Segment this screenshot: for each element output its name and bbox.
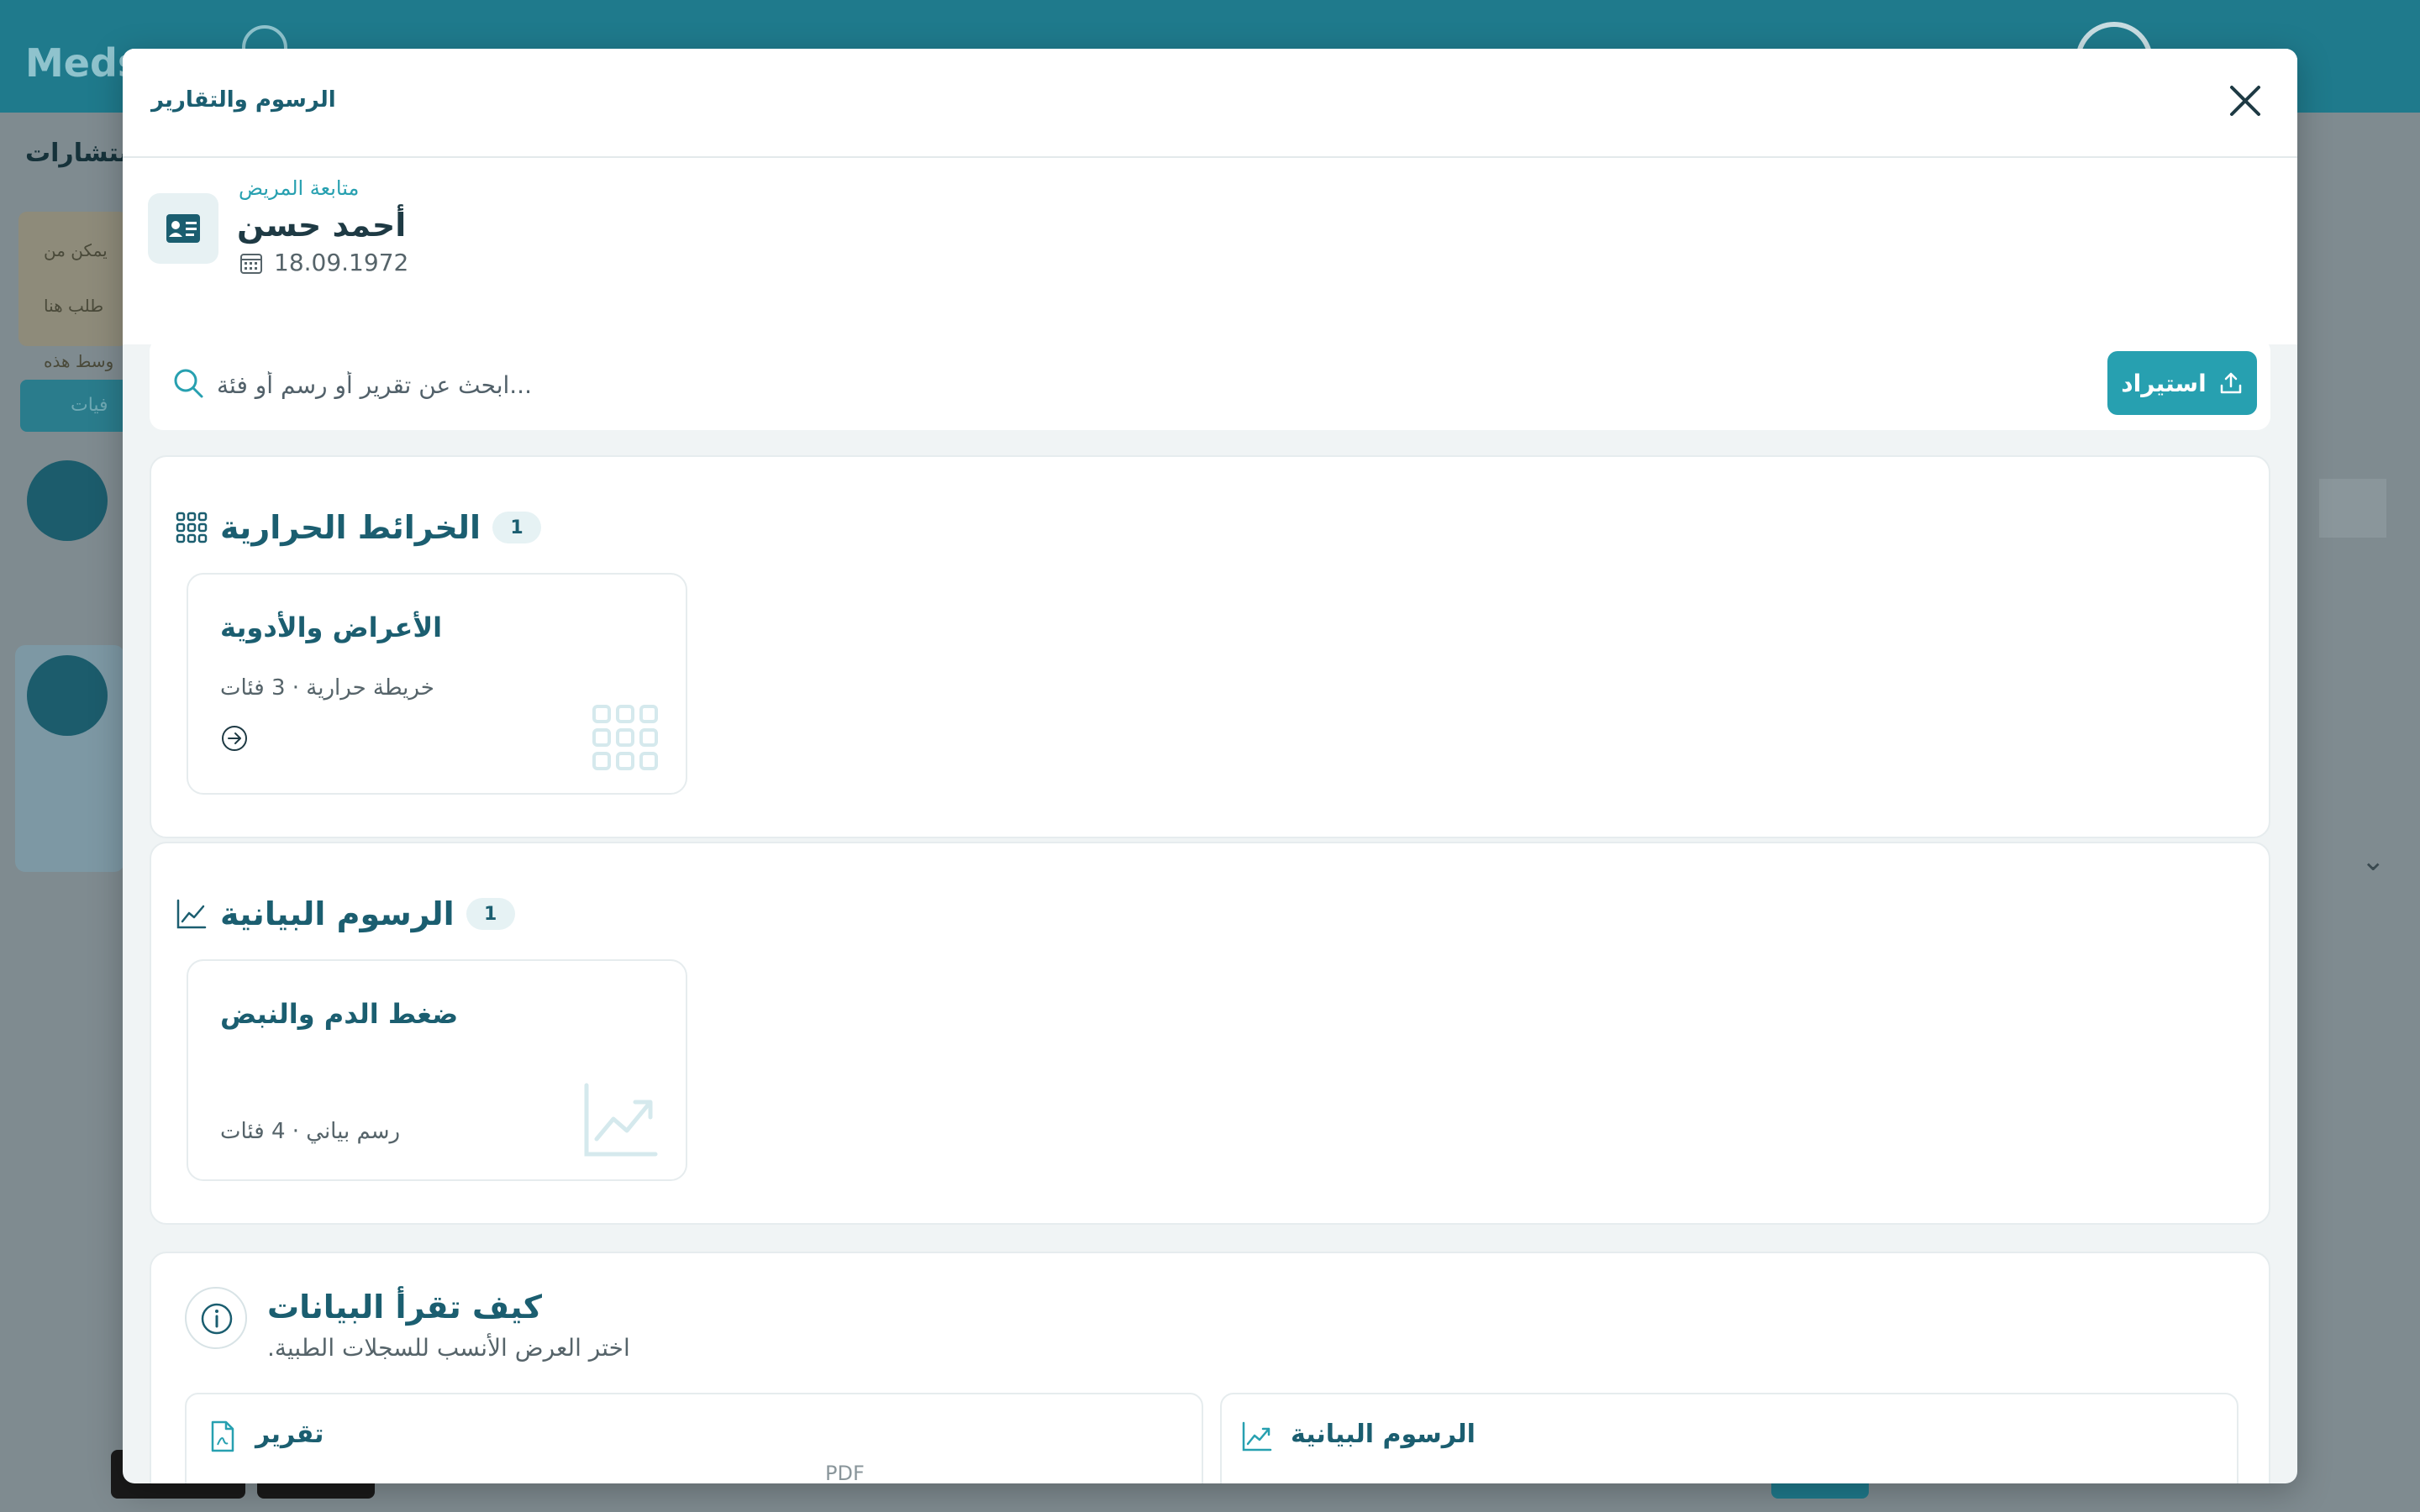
line-chart-icon <box>584 1083 658 1157</box>
report-option[interactable]: تقرير PDF <box>185 1393 1203 1483</box>
how-to-read-section: كيف تقرأ البيانات .اختر العرض الأنسب للس… <box>150 1252 2270 1483</box>
bg-avatar-icon <box>27 460 108 541</box>
bg-tab: فيات <box>20 380 129 432</box>
chevron-down-icon: ⌄ <box>2361 844 2386 878</box>
bg-note-line: وسط هذه <box>44 351 114 371</box>
line-chart-icon <box>1242 1421 1272 1452</box>
import-button[interactable]: استيراد <box>2107 351 2257 415</box>
bg-note: يمكن من طلب هنا وسط هذه <box>18 212 128 371</box>
upload-icon <box>2220 372 2241 394</box>
info-badge <box>185 1287 247 1349</box>
bg-note-line: طلب هنا <box>44 296 104 316</box>
section-heading: الرسوم البيانية 1 <box>175 895 515 932</box>
option-description: PDF <box>825 1462 865 1483</box>
card-meta: خريطة حرارية · 3 فئات <box>220 675 434 701</box>
info-icon <box>201 1303 233 1335</box>
bg-tab-label: فيات <box>71 395 108 416</box>
line-chart-icon <box>176 899 207 929</box>
info-subtitle: .اختر العرض الأنسب للسجلات الطبية <box>267 1334 630 1362</box>
section-title: الرسوم البيانية <box>220 895 455 932</box>
search-icon <box>174 369 203 398</box>
option-title: الرسوم البيانية <box>1291 1420 1476 1449</box>
patient-dob: 18.09.1972 <box>239 249 408 276</box>
charts-option[interactable]: الرسوم البيانية <box>1220 1393 2238 1483</box>
section-heading: الخرائط الحرارية 1 <box>175 509 542 546</box>
card-title: الأعراض والأدوية <box>220 612 443 643</box>
patient-name: أحمد حسن <box>237 207 407 244</box>
patient-bar: متابعة المريض أحمد حسن 18.09.1972 <box>123 158 2297 344</box>
id-card-icon <box>166 214 200 243</box>
search-input[interactable] <box>215 360 1899 410</box>
search-bar: استيراد <box>150 338 2270 430</box>
card-title: ضغط الدم والنبض <box>220 998 459 1030</box>
card-meta: رسم بياني · 4 فئات <box>220 1119 401 1144</box>
info-title: كيف تقرأ البيانات <box>267 1289 542 1326</box>
pdf-file-icon <box>211 1420 234 1452</box>
import-button-label: استيراد <box>2121 369 2207 397</box>
bg-avatar-icon <box>27 655 108 736</box>
section-count-badge: 1 <box>466 898 515 930</box>
report-card[interactable]: الأعراض والأدوية خريطة حرارية · 3 فئات <box>187 573 687 795</box>
patient-label: متابعة المريض <box>239 176 360 200</box>
close-icon <box>2230 86 2260 116</box>
section-count-badge: 1 <box>492 512 542 543</box>
grid-icon <box>176 512 208 543</box>
charts-section: الرسوم البيانية 1 ضغط الدم والنبض رسم بي… <box>150 842 2270 1225</box>
section-title: الخرائط الحرارية <box>220 509 481 546</box>
arrow-circle-icon[interactable] <box>220 724 249 753</box>
reports-modal: الرسوم والتقارير متابعة المريض أحمد حسن <box>123 49 2297 1483</box>
patient-dob-value: 18.09.1972 <box>274 249 409 276</box>
option-title: تقرير <box>255 1420 324 1449</box>
bg-row <box>2319 479 2386 538</box>
report-card[interactable]: ضغط الدم والنبض رسم بياني · 4 فئات <box>187 959 687 1181</box>
modal-title: الرسوم والتقارير <box>151 87 336 113</box>
calendar-icon <box>240 253 262 274</box>
heatmaps-section: الخرائط الحرارية 1 الأعراض والأدوية خريط… <box>150 455 2270 838</box>
grid-icon <box>592 705 658 770</box>
modal-header: الرسوم والتقارير <box>123 49 2297 158</box>
patient-card-icon <box>148 193 218 264</box>
close-button[interactable] <box>2223 79 2267 123</box>
bg-note-line: يمكن من <box>44 240 108 260</box>
